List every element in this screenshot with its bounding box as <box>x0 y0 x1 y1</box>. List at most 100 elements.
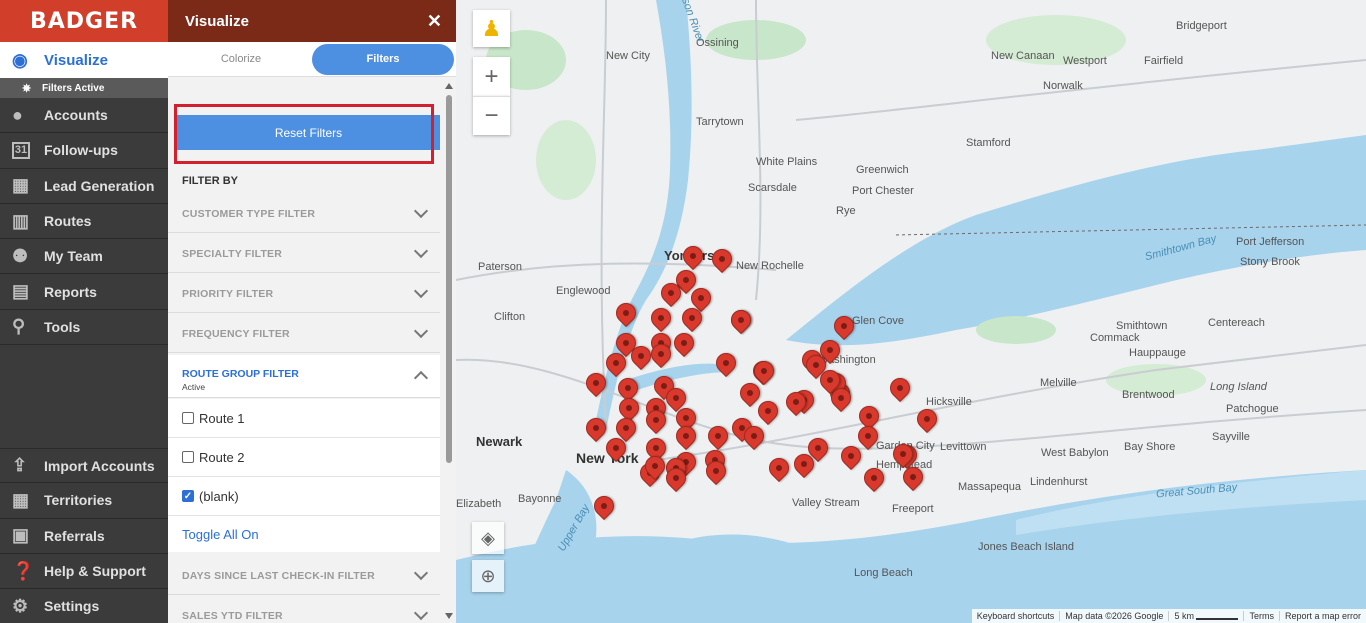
scroll-up-arrow[interactable] <box>445 83 453 89</box>
scrollbar-thumb[interactable] <box>446 95 452 463</box>
scroll-down-arrow[interactable] <box>445 613 453 619</box>
marker-dot <box>688 251 698 261</box>
marker-dot <box>721 358 731 368</box>
option-label: (blank) <box>199 488 239 504</box>
filters-active-indicator[interactable]: ✵ Filters Active <box>0 78 168 98</box>
map-label: Hauppauge <box>1129 347 1186 359</box>
specialty-filter[interactable]: SPECIALTY FILTER <box>168 235 440 273</box>
person-icon: ● <box>12 104 23 125</box>
storefront-icon: ▦ <box>12 175 30 196</box>
nav-item-territories[interactable]: ▦ Territories <box>0 483 168 519</box>
report-map-error-link[interactable]: Report a map error <box>1278 611 1366 621</box>
nav-item-help-support[interactable]: ❓ Help & Support <box>0 554 168 590</box>
map-background <box>456 0 1366 623</box>
marker-dot <box>869 473 879 483</box>
map-label: Clifton <box>494 311 526 323</box>
nav-label: Routes <box>44 213 92 230</box>
zoom-out-button[interactable]: − <box>473 96 510 135</box>
route-group-filter[interactable]: ROUTE GROUP FILTER Active <box>168 355 440 398</box>
marker-dot <box>650 461 660 471</box>
customer-type-filter[interactable]: CUSTOMER TYPE FILTER <box>168 195 440 233</box>
nav-label: My Team <box>44 248 103 265</box>
nav-item-settings[interactable]: ⚙ Settings <box>0 589 168 623</box>
map-label: Patchogue <box>1226 403 1279 415</box>
map-label: Commack <box>1090 332 1140 344</box>
map-label: Norwalk <box>1043 80 1083 92</box>
marker-dot <box>745 388 755 398</box>
map-label: White Plains <box>756 156 818 168</box>
marker-dot <box>863 431 873 441</box>
nav-label: Lead Generation <box>44 177 155 194</box>
marker-dot <box>591 378 601 388</box>
marker-dot <box>621 423 631 433</box>
panel-tabs: Colorize Filters <box>168 42 456 77</box>
nav-item-my-team[interactable]: ⚉ My Team <box>0 239 168 275</box>
brand-text: BADGER <box>29 8 139 34</box>
map-canvas[interactable]: New City Ossining Hudson River Tarrytown… <box>456 0 1366 623</box>
marker-dot <box>621 338 631 348</box>
map-label: Stamford <box>966 137 1011 149</box>
sales-ytd-filter[interactable]: SALES YTD FILTER <box>168 597 440 623</box>
option-blank[interactable]: ✓ (blank) <box>168 477 440 516</box>
map-label: Bay Shore <box>1124 441 1176 453</box>
chevron-down-icon <box>413 323 429 339</box>
nav-item-accounts[interactable]: ● Accounts <box>0 98 168 134</box>
marker-dot <box>681 431 691 441</box>
marker-dot <box>696 293 706 303</box>
street-view-pegman-icon[interactable]: ♟ <box>473 10 510 47</box>
terms-link[interactable]: Terms <box>1243 611 1279 621</box>
nav-item-tools[interactable]: ⚲ Tools <box>0 310 168 346</box>
checkbox[interactable] <box>182 451 194 463</box>
settings-icon: ⚙ <box>12 595 29 616</box>
layers-icon[interactable]: ◈ <box>472 522 504 554</box>
filters-scroll-area[interactable]: Reset Filters FILTER BY CUSTOMER TYPE FI… <box>168 77 440 623</box>
nav-item-lead-generation[interactable]: ▦ Lead Generation <box>0 169 168 204</box>
keyboard-shortcuts-link[interactable]: Keyboard shortcuts <box>972 611 1060 621</box>
days-since-checkin-filter[interactable]: DAYS SINCE LAST CHECK-IN FILTER <box>168 557 440 595</box>
checkbox[interactable] <box>182 412 194 424</box>
chevron-down-icon <box>413 203 429 219</box>
panel-scrollbar[interactable] <box>442 77 456 623</box>
tab-filters[interactable]: Filters <box>312 43 454 75</box>
option-route-2[interactable]: Route 2 <box>168 438 440 477</box>
priority-filter[interactable]: PRIORITY FILTER <box>168 275 440 313</box>
team-icon: ⚉ <box>12 245 29 266</box>
chevron-up-icon <box>413 370 429 386</box>
marker-dot <box>656 349 666 359</box>
nav-item-routes[interactable]: ▥ Routes <box>0 204 168 240</box>
marker-dot <box>713 431 723 441</box>
checkbox-checked[interactable]: ✓ <box>182 490 194 502</box>
marker-dot <box>636 351 646 361</box>
zoom-in-button[interactable]: + <box>473 57 510 96</box>
brand-logo[interactable]: BADGER <box>0 0 168 42</box>
filter-label: DAYS SINCE LAST CHECK-IN FILTER <box>182 569 375 582</box>
close-icon[interactable]: ✕ <box>427 11 442 32</box>
nav-item-follow-ups[interactable]: 31 Follow-ups <box>0 133 168 169</box>
option-route-1[interactable]: Route 1 <box>168 399 440 438</box>
map-label: Long Beach <box>854 567 913 579</box>
marker-dot <box>846 451 856 461</box>
marker-dot <box>811 360 821 370</box>
map-label: Sayville <box>1212 431 1250 443</box>
nav-item-reports[interactable]: ▤ Reports <box>0 274 168 310</box>
map-label: Bayonne <box>518 493 562 505</box>
my-location-icon[interactable]: ⊕ <box>472 560 504 592</box>
map-label: Bridgeport <box>1176 20 1227 32</box>
nav-item-import-accounts[interactable]: ⇪ Import Accounts <box>0 448 168 484</box>
tab-colorize[interactable]: Colorize <box>170 44 312 75</box>
frequency-filter[interactable]: FREQUENCY FILTER <box>168 315 440 353</box>
marker-dot <box>799 459 809 469</box>
marker-dot <box>611 443 621 453</box>
map-label: Tarrytown <box>696 116 744 128</box>
reset-filters-button[interactable]: Reset Filters <box>177 115 440 150</box>
map-label: Port Jefferson <box>1236 236 1305 248</box>
map-icon: ▥ <box>12 210 30 231</box>
map-label: Levittown <box>940 441 987 453</box>
marker-dot <box>679 338 689 348</box>
nav-item-referrals[interactable]: ▣ Referrals <box>0 519 168 554</box>
toggle-all-on-link[interactable]: Toggle All On <box>168 516 440 552</box>
left-nav: BADGER ◉ Visualize ✵ Filters Active ● Acc… <box>0 0 168 623</box>
marker-dot <box>611 358 621 368</box>
nav-item-visualize[interactable]: ◉ Visualize <box>0 42 168 78</box>
marker-dot <box>591 423 601 433</box>
